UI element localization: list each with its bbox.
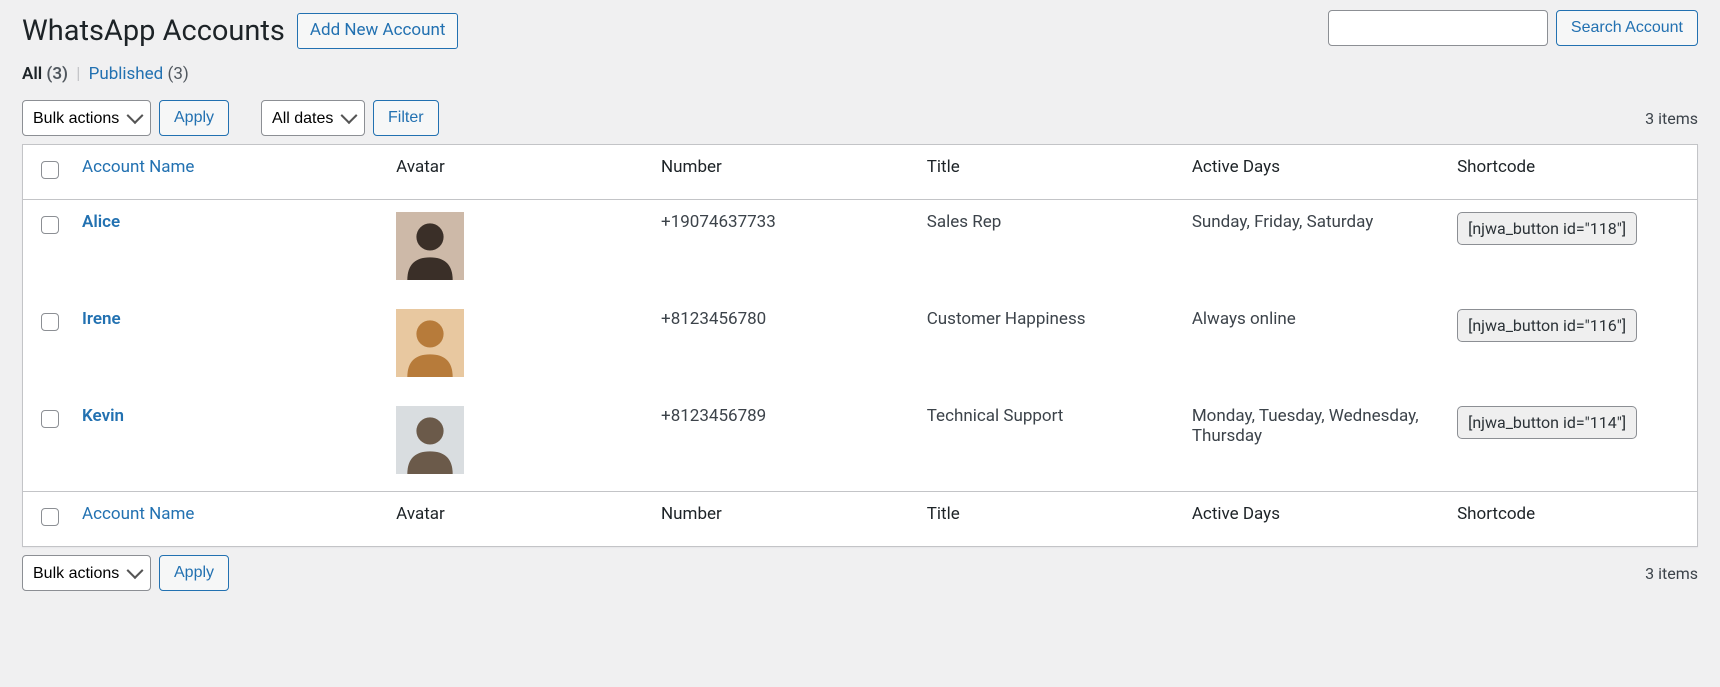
shortcode-box[interactable]: [njwa_button id="116"] [1457,309,1637,342]
filter-published-link[interactable]: Published (3) [89,64,189,84]
search-input[interactable] [1328,10,1548,46]
title-cell: Customer Happiness [917,297,1182,394]
column-header-avatar: Avatar [386,145,651,200]
filter-all-link[interactable]: All (3) [22,64,72,84]
title-cell: Technical Support [917,394,1182,492]
items-count-top: 3 items [1645,109,1698,128]
column-footer-avatar: Avatar [386,492,651,547]
account-name-link[interactable]: Irene [82,309,121,329]
row-checkbox[interactable] [41,313,59,331]
number-cell: +8123456780 [651,297,917,394]
page-title: WhatsApp Accounts [22,10,285,52]
column-header-days: Active Days [1182,145,1447,200]
filter-separator: | [72,64,84,84]
shortcode-box[interactable]: [njwa_button id="118"] [1457,212,1637,245]
date-filter-select[interactable]: All dates [261,100,365,136]
avatar-image [396,309,464,377]
filter-published-count: (3) [168,64,189,84]
select-all-top-checkbox[interactable] [41,161,59,179]
shortcode-box[interactable]: [njwa_button id="114"] [1457,406,1637,439]
filter-button[interactable]: Filter [373,100,439,136]
column-header-number: Number [651,145,917,200]
status-filter-links: All (3) | Published (3) [22,64,458,84]
account-name-link[interactable]: Kevin [82,406,124,426]
search-account-button[interactable]: Search Account [1556,10,1698,46]
table-row: Irene +8123456780 Customer Happiness Alw… [23,297,1698,394]
column-footer-name[interactable]: Account Name [72,492,386,547]
table-row: Kevin +8123456789 Technical Support Mond… [23,394,1698,492]
number-cell: +8123456789 [651,394,917,492]
column-header-title: Title [917,145,1182,200]
avatar-image [396,212,464,280]
active-days-cell: Monday, Tuesday, Wednesday, Thursday [1182,394,1447,492]
bulk-actions-select-top[interactable]: Bulk actions [22,100,151,136]
apply-bulk-top-button[interactable]: Apply [159,100,229,136]
apply-bulk-bottom-button[interactable]: Apply [159,555,229,591]
column-footer-title: Title [917,492,1182,547]
column-footer-number: Number [651,492,917,547]
account-name-link[interactable]: Alice [82,212,120,232]
filter-all-count: (3) [46,64,68,84]
items-count-bottom: 3 items [1645,564,1698,583]
filter-published-label: Published [89,64,164,84]
column-footer-days: Active Days [1182,492,1447,547]
title-cell: Sales Rep [917,200,1182,298]
row-checkbox[interactable] [41,216,59,234]
active-days-cell: Sunday, Friday, Saturday [1182,200,1447,298]
select-all-bottom-checkbox[interactable] [41,508,59,526]
table-row: Alice +19074637733 Sales Rep Sunday, Fri… [23,200,1698,298]
row-checkbox[interactable] [41,410,59,428]
number-cell: +19074637733 [651,200,917,298]
column-header-name[interactable]: Account Name [72,145,386,200]
accounts-table: Account Name Avatar Number Title Active … [22,144,1698,547]
bulk-actions-select-bottom[interactable]: Bulk actions [22,555,151,591]
column-footer-shortcode: Shortcode [1447,492,1697,547]
avatar-image [396,406,464,474]
filter-all-label: All [22,64,42,84]
column-header-shortcode: Shortcode [1447,145,1697,200]
add-new-account-button[interactable]: Add New Account [297,13,459,49]
active-days-cell: Always online [1182,297,1447,394]
